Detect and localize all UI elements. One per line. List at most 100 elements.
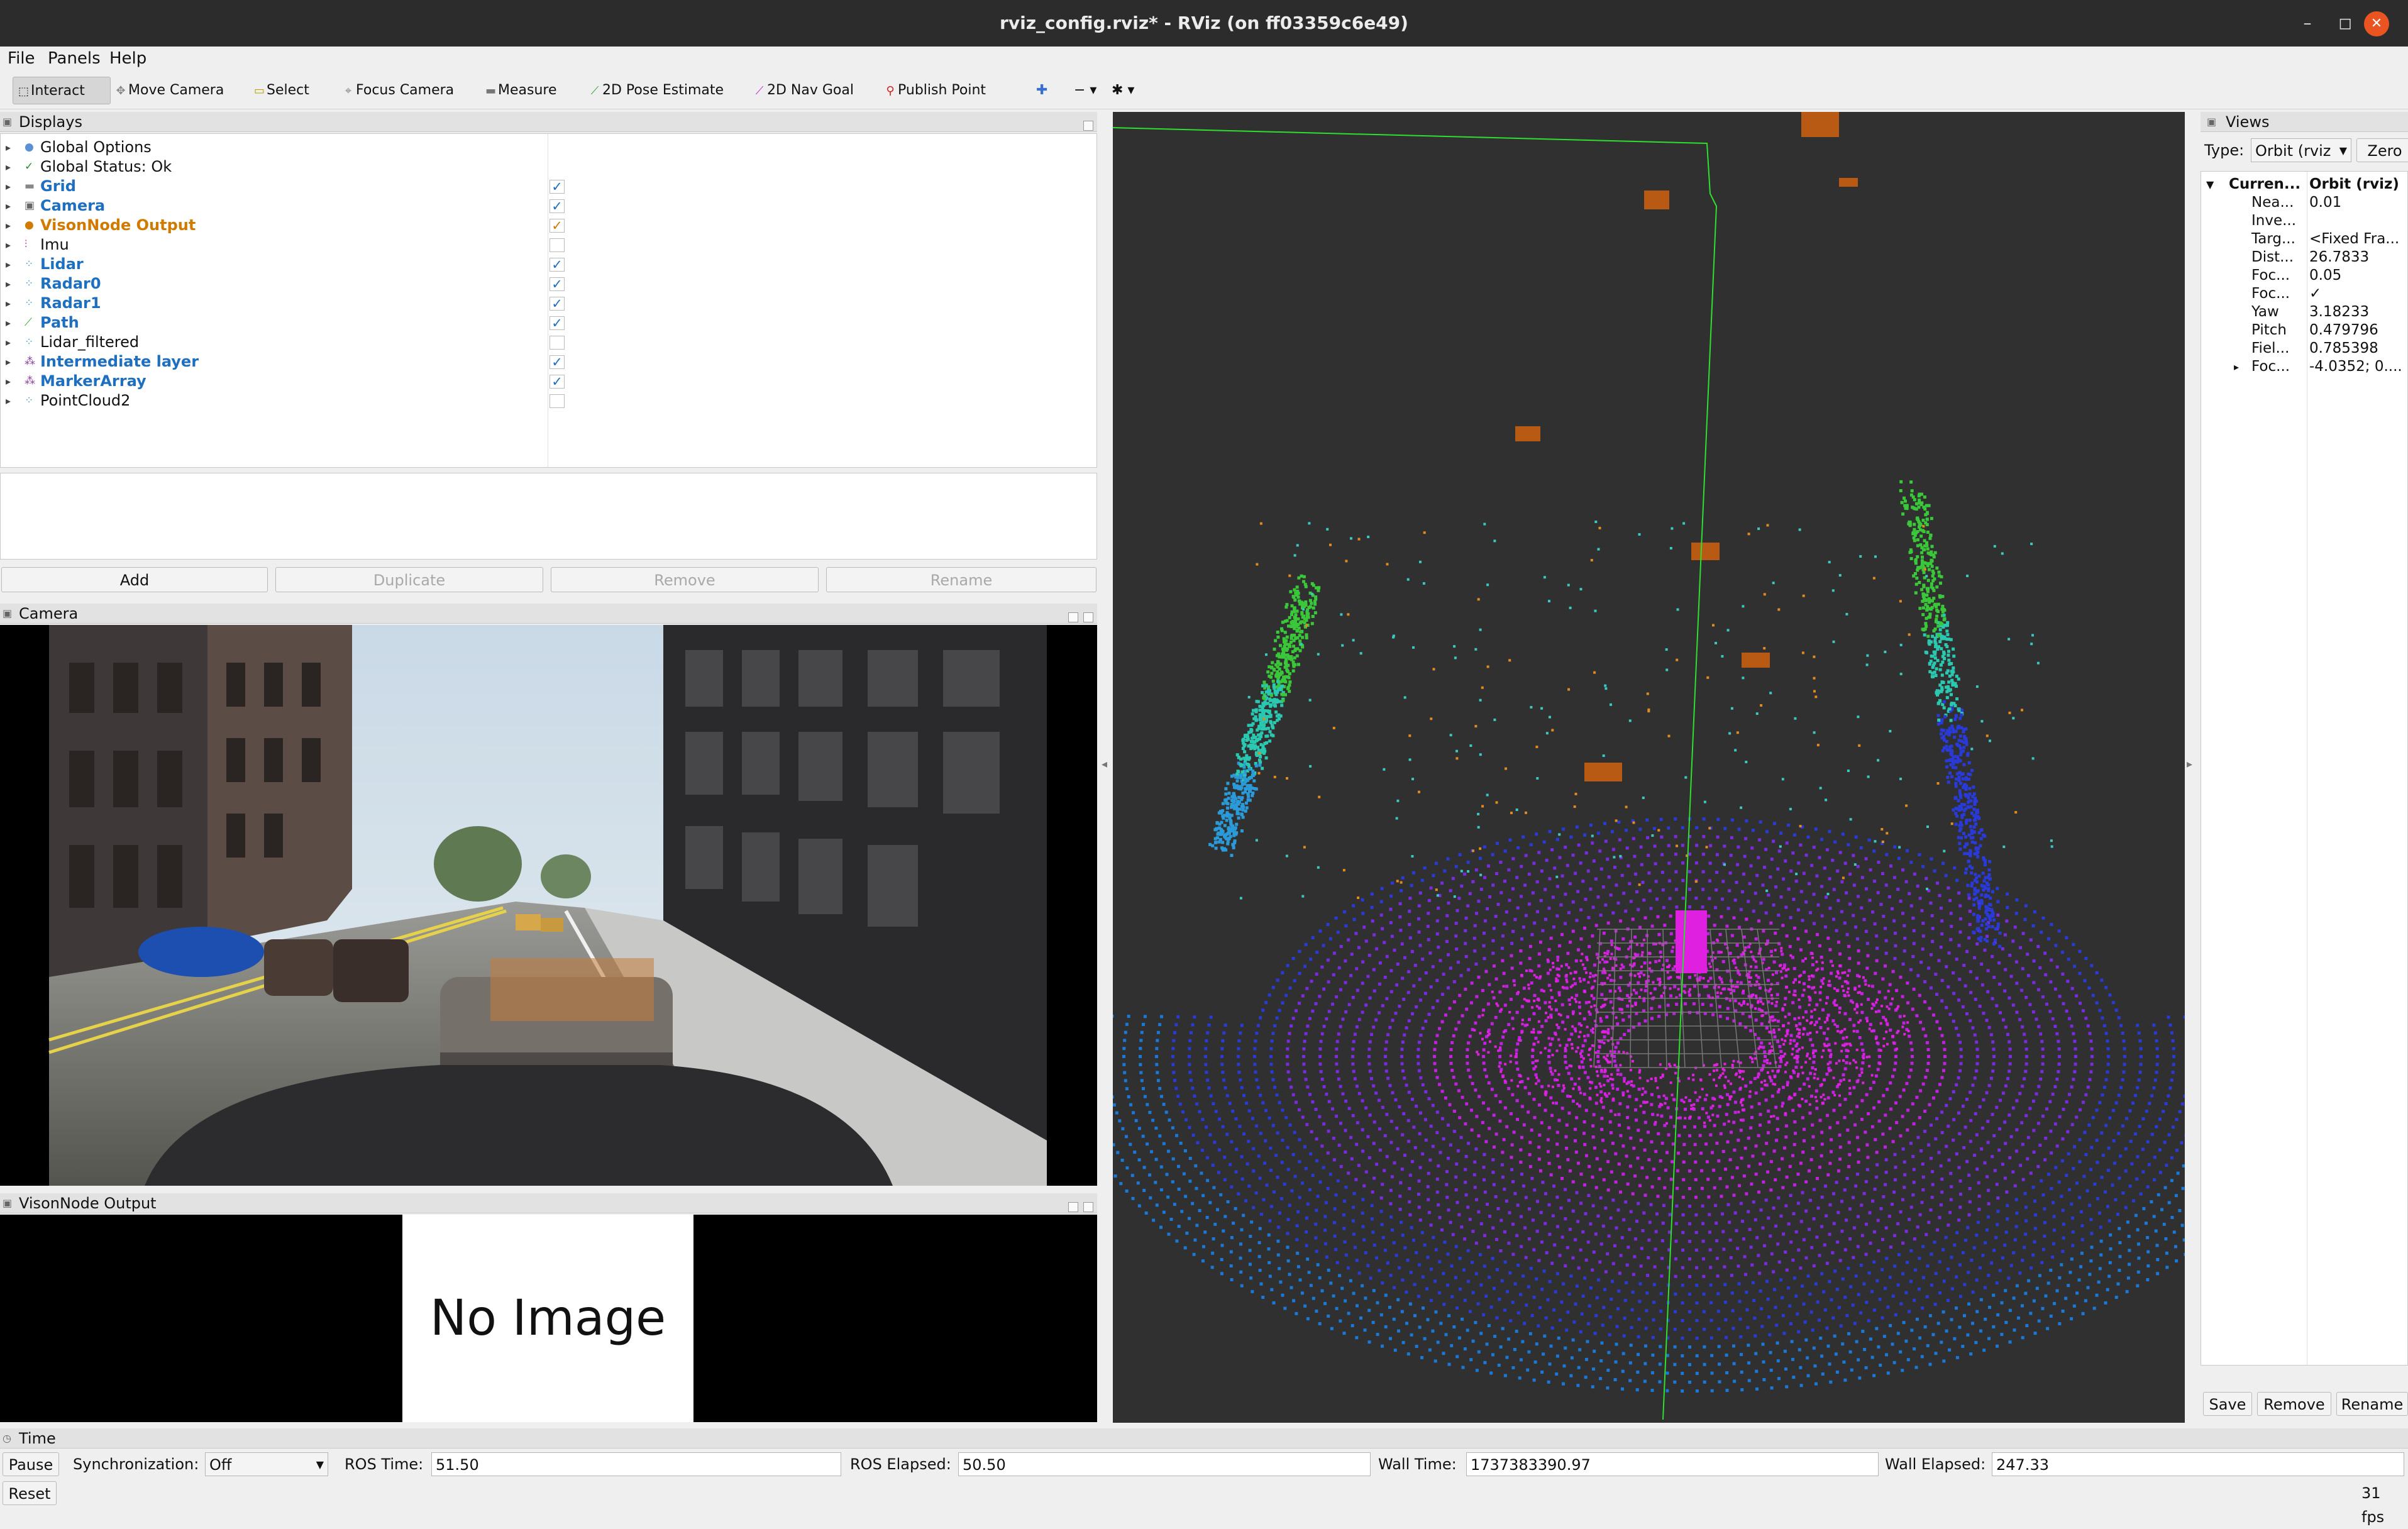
remove-tool-icon[interactable]: − ▾ <box>1069 77 1102 104</box>
enabled-checkbox[interactable]: ✓ <box>550 277 565 291</box>
sync-dropdown[interactable]: Off ▼ <box>205 1452 328 1476</box>
enabled-checkbox[interactable]: ✓ <box>550 297 565 311</box>
rename-view-button[interactable]: Rename <box>2336 1392 2408 1416</box>
publish-point-tool-button[interactable]: ⚲Publish Point <box>880 77 991 104</box>
view-property-row[interactable]: Foc...✓ <box>2201 285 2408 303</box>
enabled-checkbox[interactable] <box>550 394 565 408</box>
save-view-button[interactable]: Save <box>2203 1392 2252 1416</box>
wall-time-field[interactable]: 1737383390.97 <box>1466 1452 1879 1476</box>
expand-arrow-icon[interactable]: ▸ <box>6 196 11 216</box>
rename-display-button[interactable]: Rename <box>826 567 1096 592</box>
measure-tool-button[interactable]: ▬Measure <box>480 77 562 104</box>
display-item-radar1[interactable]: ▸⁘Radar1✓ <box>1 294 1096 313</box>
panel-close-button[interactable] <box>1083 612 1093 622</box>
camera-image-view[interactable] <box>0 625 1097 1186</box>
wall-elapsed-field[interactable]: 247.33 <box>1992 1452 2404 1476</box>
display-item-visonnode-output[interactable]: ▸●VisonNode Output✓ <box>1 216 1096 235</box>
expand-arrow-icon[interactable]: ▸ <box>6 352 11 372</box>
expand-arrow-icon[interactable]: ▸ <box>6 216 11 235</box>
render-3d-viewport[interactable] <box>1113 112 2185 1423</box>
expand-arrow-icon[interactable]: ▸ <box>6 391 11 411</box>
view-property-row[interactable]: Foc...0.05 <box>2201 267 2408 285</box>
view-property-row[interactable]: ▸Foc...-4.0352; 0.... <box>2201 358 2408 376</box>
add-display-button[interactable]: Add <box>1 567 268 592</box>
expand-arrow-icon[interactable]: ▸ <box>6 235 11 255</box>
pointcloud-icon: ⁘ <box>25 333 33 352</box>
expand-arrow-icon[interactable]: ▸ <box>2234 358 2239 376</box>
menu-panels[interactable]: Panels <box>48 49 101 68</box>
view-property-row[interactable]: Targ...<Fixed Fra... <box>2201 230 2408 248</box>
display-item-lidar[interactable]: ▸⁘Lidar✓ <box>1 255 1096 274</box>
nav-goal-tool-button[interactable]: ⟋2D Nav Goal <box>749 77 859 104</box>
reset-button[interactable]: Reset <box>3 1481 57 1505</box>
expand-arrow-icon[interactable]: ▸ <box>6 177 11 196</box>
enabled-checkbox[interactable]: ✓ <box>550 258 565 272</box>
remove-display-button[interactable]: Remove <box>551 567 819 592</box>
expand-arrow-icon[interactable]: ▸ <box>6 274 11 294</box>
view-property-row[interactable]: Inve... <box>2201 212 2408 230</box>
view-property-row[interactable]: Yaw3.18233 <box>2201 303 2408 321</box>
view-property-row[interactable]: Fiel...0.785398 <box>2201 339 2408 358</box>
view-property-name: Pitch <box>2251 321 2287 339</box>
display-item-global-status-ok[interactable]: ▸✓Global Status: Ok <box>1 157 1096 177</box>
display-item-radar0[interactable]: ▸⁘Radar0✓ <box>1 274 1096 294</box>
maximize-button[interactable]: ◻ <box>2326 0 2364 47</box>
pose-estimate-tool-button[interactable]: ⟋2D Pose Estimate <box>585 77 729 104</box>
current-view-row[interactable]: ▼ Curren... Orbit (rviz) <box>2201 175 2408 194</box>
interact-tool-button[interactable]: ⬚Interact <box>13 77 111 104</box>
view-property-value: 0.479796 <box>2309 321 2378 339</box>
panel-close-button[interactable] <box>1083 1202 1093 1212</box>
expand-arrow-icon[interactable]: ▸ <box>6 372 11 391</box>
expand-arrow-icon[interactable]: ▸ <box>6 294 11 313</box>
expand-arrow-icon[interactable]: ▸ <box>6 138 11 157</box>
enabled-checkbox[interactable]: ✓ <box>550 180 565 194</box>
display-item-path[interactable]: ▸⟋Path✓ <box>1 313 1096 333</box>
display-item-markerarray[interactable]: ▸⁂MarkerArray✓ <box>1 372 1096 391</box>
enabled-checkbox[interactable] <box>550 238 565 252</box>
view-type-dropdown[interactable]: Orbit (rviz ▼ <box>2251 138 2351 162</box>
view-property-row[interactable]: Pitch 0.479796 <box>2201 321 2408 339</box>
display-item-pointcloud2[interactable]: ▸⁘PointCloud2 <box>1 391 1096 411</box>
expand-arrow-icon[interactable]: ▸ <box>6 313 11 333</box>
add-tool-icon[interactable]: ✚ <box>1031 77 1052 104</box>
splitter-right-arrow-icon[interactable]: ▸ <box>2187 758 2192 771</box>
duplicate-display-button[interactable]: Duplicate <box>275 567 543 592</box>
enabled-checkbox[interactable]: ✓ <box>550 219 565 233</box>
display-item-imu[interactable]: ▸⫶Imu <box>1 235 1096 255</box>
expand-arrow-icon[interactable]: ▸ <box>6 333 11 352</box>
focus-camera-tool-button[interactable]: ⌖Focus Camera <box>338 77 459 104</box>
panel-float-button[interactable] <box>1068 612 1078 622</box>
close-button[interactable]: ✕ <box>2364 11 2389 36</box>
display-item-grid[interactable]: ▸▬Grid✓ <box>1 177 1096 196</box>
view-property-row[interactable]: Nea...0.01 <box>2201 194 2408 212</box>
expand-arrow-icon[interactable]: ▸ <box>6 157 11 177</box>
panel-float-button[interactable] <box>1068 1202 1078 1212</box>
splitter-left-arrow-icon[interactable]: ◂ <box>1102 758 1107 771</box>
panel-float-button[interactable] <box>1083 121 1093 131</box>
enabled-checkbox[interactable]: ✓ <box>550 355 565 369</box>
minimize-button[interactable]: – <box>2289 0 2326 47</box>
pause-button[interactable]: Pause <box>3 1452 59 1476</box>
vision-image-view[interactable]: No Image <box>0 1215 1097 1422</box>
zero-view-button[interactable]: Zero <box>2356 138 2408 162</box>
window-title: rviz_config.rviz* - RViz (on ff03359c6e4… <box>1000 13 1408 33</box>
move-camera-tool-button[interactable]: ✥Move Camera <box>111 77 229 104</box>
display-item-intermediate-layer[interactable]: ▸⁂Intermediate layer✓ <box>1 352 1096 372</box>
menu-file[interactable]: File <box>8 49 35 68</box>
tool-properties-icon[interactable]: ✱ ▾ <box>1107 77 1139 104</box>
grid-icon: ▬ <box>25 177 35 196</box>
enabled-checkbox[interactable]: ✓ <box>550 375 565 389</box>
enabled-checkbox[interactable]: ✓ <box>550 316 565 330</box>
enabled-checkbox[interactable]: ✓ <box>550 199 565 213</box>
display-item-lidar-filtered[interactable]: ▸⁘Lidar_filtered <box>1 333 1096 352</box>
view-property-row[interactable]: Dist...26.7833 <box>2201 248 2408 267</box>
ros-time-field[interactable]: 51.50 <box>431 1452 841 1476</box>
select-tool-button[interactable]: ▭Select <box>249 77 314 104</box>
display-item-camera[interactable]: ▸▣Camera✓ <box>1 196 1096 216</box>
ros-elapsed-field[interactable]: 50.50 <box>958 1452 1371 1476</box>
enabled-checkbox[interactable] <box>550 336 565 350</box>
expand-arrow-icon[interactable]: ▸ <box>6 255 11 274</box>
display-item-global-options[interactable]: ▸●Global Options <box>1 138 1096 157</box>
remove-view-button[interactable]: Remove <box>2257 1392 2331 1416</box>
menu-help[interactable]: Help <box>109 49 146 68</box>
